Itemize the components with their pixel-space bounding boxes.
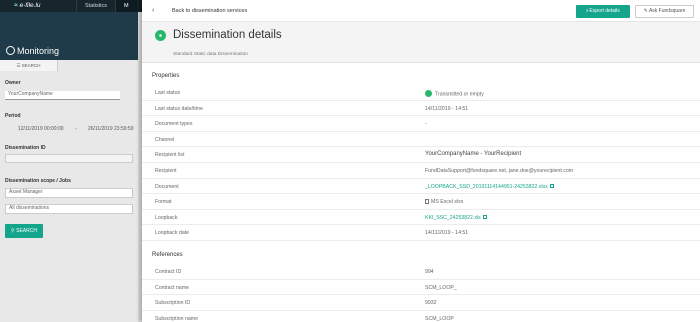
property-value: 14/11/2019 - 14:51 (425, 230, 468, 236)
file-icon (425, 199, 429, 205)
property-key: Channel (155, 136, 175, 143)
reference-value: 9932 (425, 300, 437, 306)
back-link[interactable]: Back to dissemination services (172, 8, 247, 14)
period-from-field[interactable]: 12/11/2019 00:00:00 (18, 126, 64, 132)
pencil-icon: ✎ (643, 8, 648, 14)
property-value: FundDataSupport@fundsquare.net, jane.doe… (425, 168, 573, 174)
reference-value-text: 9932 (425, 300, 437, 307)
search-tab[interactable]: ☰ SEARCH (0, 60, 58, 71)
property-value-text[interactable]: _LOOPBACK_SSD_20191114144951-24253822.xl… (425, 184, 548, 190)
property-value-text: 14/11/2019 - 14:51 (425, 105, 469, 112)
property-value-text: FundDataSupport@fundsquare.net, jane.doe… (425, 168, 574, 174)
download-icon: ⭳ (586, 8, 589, 14)
property-value-text: 14/11/2019 - 14:51 (425, 230, 469, 237)
period-label: Period (5, 113, 21, 119)
external-link-icon[interactable] (549, 183, 554, 188)
period-range[interactable]: 12/11/2019 00:00:00 - 26/11/2019 23:59:5… (18, 126, 133, 132)
details-subtitle: Standard Static data Dissemination (173, 52, 248, 57)
top-nav-tabs: Statistics M (76, 0, 137, 12)
property-row: Last status Transmitted or empty (142, 85, 700, 101)
reference-row: Subscription ID 9932 (142, 295, 700, 311)
reference-value: SCM_LOOP (425, 316, 454, 322)
details-header: Dissemination details Standard Static da… (142, 22, 700, 63)
property-value: - (425, 121, 427, 127)
property-row: Recipient list YourCompanyName - YourReci… (142, 147, 700, 163)
page-title: Monitoring (6, 46, 59, 56)
property-key: Format (155, 199, 172, 206)
property-key: Document types (155, 121, 193, 128)
references-heading: References (152, 252, 183, 258)
owner-field[interactable]: YourCompanyName (5, 91, 120, 100)
property-value-text: YourCompanyName - YourRecipient (425, 151, 522, 158)
reference-value-text: SCM_LOOP (425, 315, 454, 322)
reference-row: Subscription name SCM_LOOP (142, 311, 700, 322)
reference-value: 994 (425, 269, 434, 275)
property-value: Transmitted or empty (425, 90, 484, 98)
monitoring-icon (6, 46, 15, 55)
property-value-text: Transmitted or empty (435, 91, 484, 98)
property-key: Loopback date (155, 230, 190, 237)
property-value: MS Excel xlsx (425, 199, 463, 205)
scope-label: Dissemination scope / Jobs (5, 178, 71, 184)
reference-value-text: 994 (425, 269, 434, 275)
reference-key: Subscription name (155, 315, 198, 322)
reference-key: Contract name (155, 284, 190, 291)
reference-key: Subscription ID (155, 300, 191, 307)
property-value[interactable]: KKI_SSC_24253822.xls (425, 214, 487, 221)
reference-key: Contract ID (155, 269, 182, 275)
reference-value-text: SCM_LOOP_ (425, 284, 457, 291)
owner-label: Owner (5, 80, 21, 86)
property-value: 14/11/2019 - 14:51 (425, 106, 468, 112)
panel-toolbar: ‹ Back to dissemination services ⭳ Expor… (142, 0, 700, 22)
details-title: Dissemination details (173, 29, 282, 41)
all-disseminations-select[interactable]: All disseminations (5, 204, 133, 214)
properties-heading: Properties (152, 73, 180, 79)
search-button[interactable]: ⚲ SEARCH (5, 224, 43, 238)
property-row: Document types - (142, 116, 700, 132)
export-details-button[interactable]: ⭳ Export details (576, 5, 630, 18)
property-row: Recipient FundDataSupport@fundsquare.net,… (142, 163, 700, 179)
property-row: Loopback date 14/11/2019 - 14:51 (142, 225, 700, 241)
property-row: Format MS Excel xlsx (142, 194, 700, 210)
ask-fundsquare-button[interactable]: ✎ Ask Fundsquare (635, 5, 694, 18)
property-row: Channel (142, 132, 700, 148)
reference-value: SCM_LOOP_ (425, 285, 457, 291)
status-check-icon (425, 90, 432, 97)
tab-monitoring[interactable]: M (115, 0, 137, 12)
property-value: YourCompanyName - YourRecipient (425, 151, 521, 157)
dissemination-id-field[interactable] (5, 154, 133, 163)
property-key: Last status date/time (155, 105, 203, 112)
property-key: Recipient list (155, 152, 185, 159)
property-row: Document _LOOPBACK_SSD_20191114144951-242… (142, 179, 700, 195)
monitoring-header: Monitoring (0, 12, 138, 60)
property-key: Recipient (155, 168, 177, 174)
dissemination-id-label: Dissemination ID (5, 145, 46, 151)
property-row: Last status date/time 14/11/2019 - 14:51 (142, 101, 700, 117)
property-value-text[interactable]: KKI_SSC_24253822.xls (425, 215, 481, 221)
chevron-left-icon[interactable]: ‹ (152, 7, 154, 14)
property-value-text: - (425, 121, 427, 128)
property-key: Document (155, 183, 179, 190)
reference-row: Contract name SCM_LOOP_ (142, 280, 700, 296)
property-row: Loopback KKI_SSC_24253822.xls (142, 210, 700, 226)
property-key: Loopback (155, 214, 178, 221)
search-filter-panel: ☰ SEARCH Owner YourCompanyName Period 12… (0, 60, 138, 322)
external-link-icon[interactable] (482, 214, 487, 219)
dissemination-details-panel: ‹ Back to dissemination services ⭳ Expor… (142, 0, 700, 322)
tab-statistics[interactable]: Statistics (76, 0, 115, 12)
property-value[interactable]: _LOOPBACK_SSD_20191114144951-24253822.xl… (425, 183, 554, 190)
status-dot-icon (155, 30, 166, 41)
asset-manager-select[interactable]: Asset Manager (5, 188, 133, 198)
property-key: Last status (155, 90, 181, 96)
property-value-text: MS Excel xlsx (431, 199, 464, 206)
period-to-field[interactable]: 26/11/2019 23:59:59 (88, 126, 134, 132)
efile-logo[interactable]: ≈ e-file.lu (14, 2, 41, 9)
reference-row: Contract ID 994 (142, 264, 700, 280)
